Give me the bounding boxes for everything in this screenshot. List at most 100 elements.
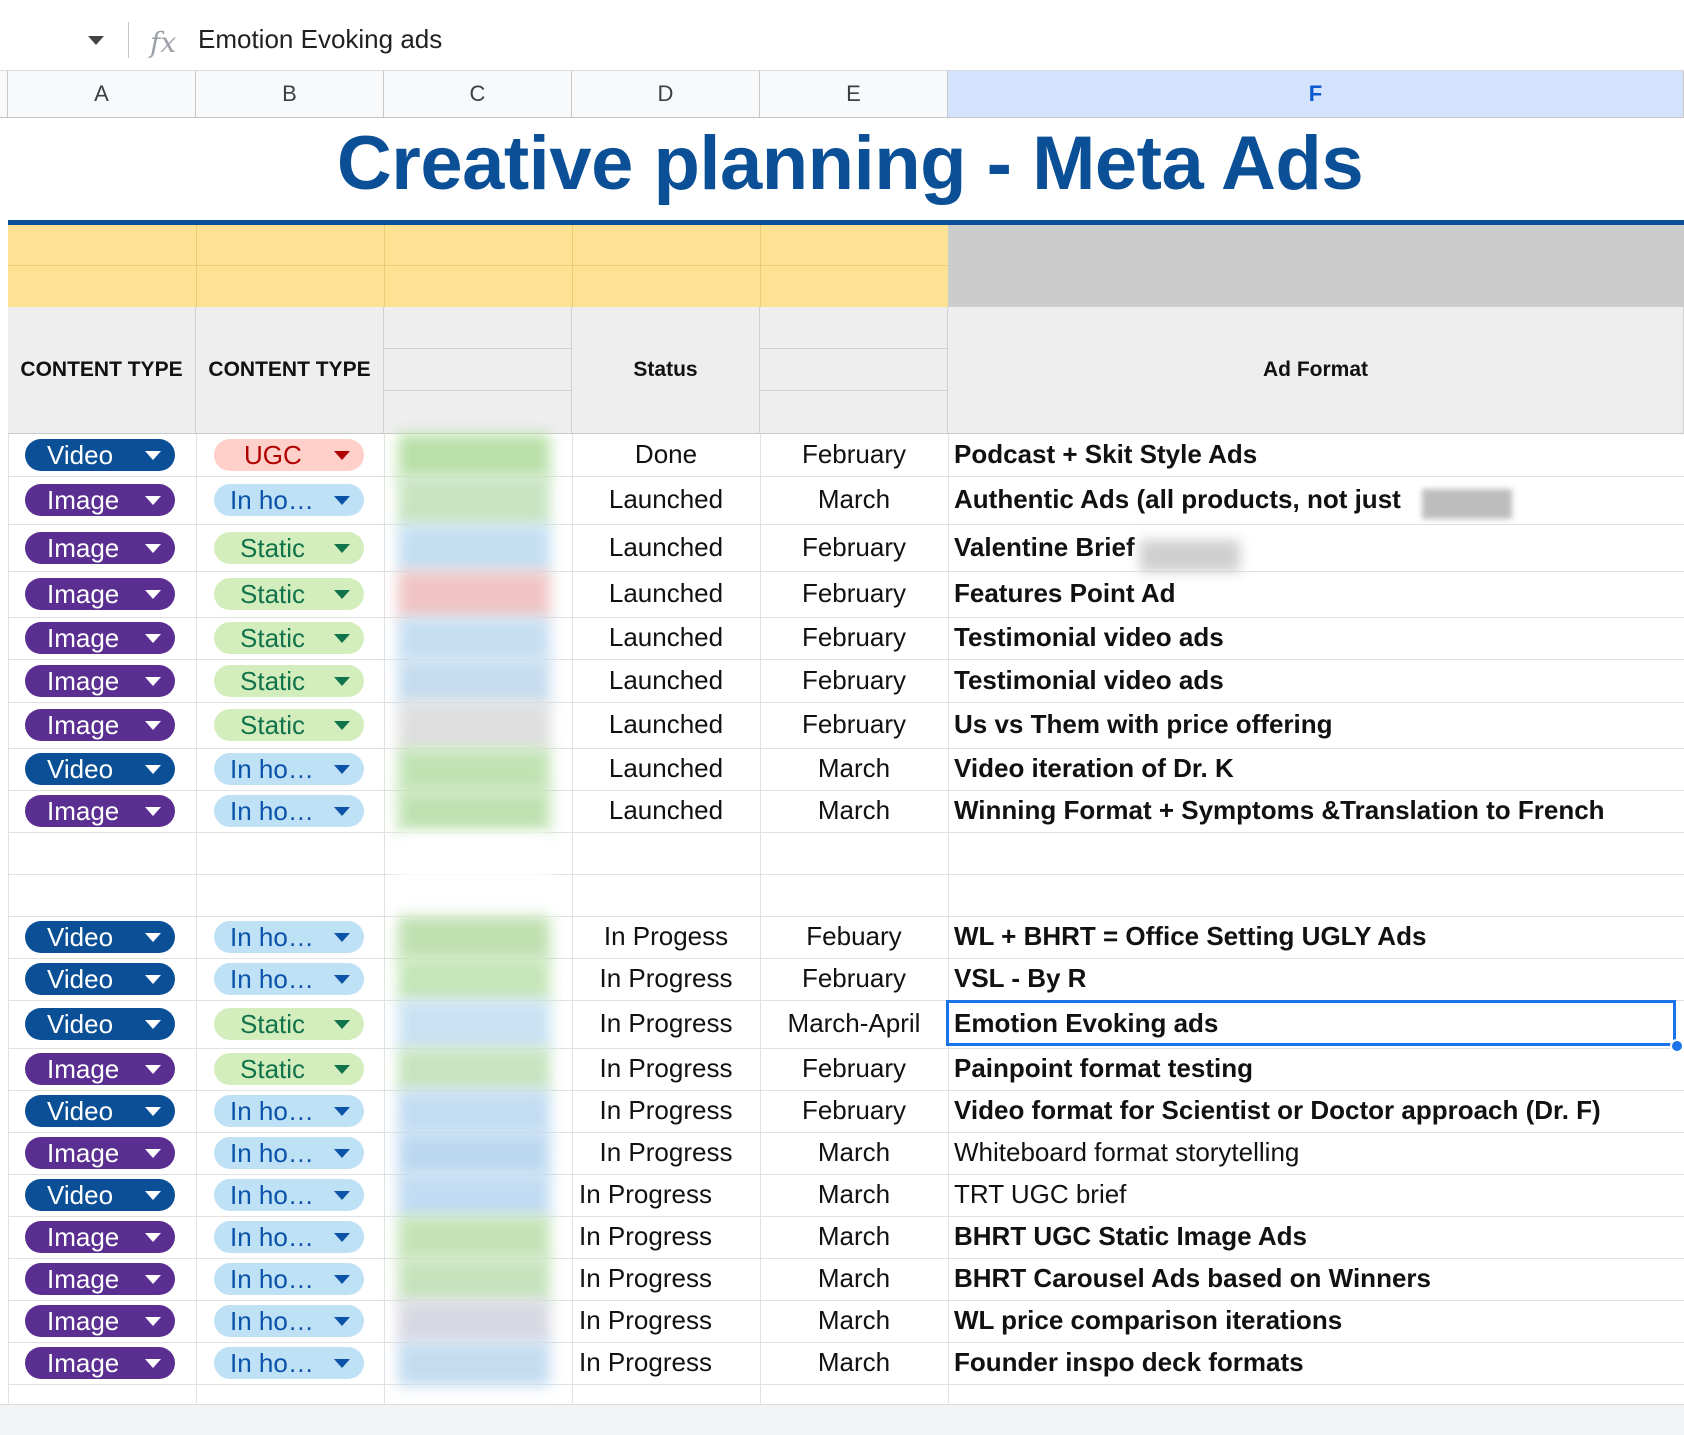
dropdown-arrow-icon[interactable] bbox=[145, 806, 161, 816]
dropdown-arrow-icon[interactable] bbox=[145, 450, 161, 460]
dropdown-arrow-icon[interactable] bbox=[334, 450, 350, 460]
ad-format-cell[interactable]: Testimonial video ads bbox=[954, 665, 1224, 696]
content-type-b-chip[interactable]: Static bbox=[214, 532, 364, 564]
status-cell[interactable]: Done bbox=[572, 439, 760, 470]
status-cell[interactable]: Launched bbox=[572, 795, 760, 826]
content-type-b-chip[interactable]: In ho… bbox=[214, 921, 364, 953]
content-type-chip[interactable]: Video bbox=[25, 439, 175, 471]
ad-format-cell[interactable]: Founder inspo deck formats bbox=[954, 1347, 1304, 1378]
content-type-chip[interactable]: Video bbox=[25, 1008, 175, 1040]
content-type-chip[interactable]: Video bbox=[25, 1179, 175, 1211]
dropdown-arrow-icon[interactable] bbox=[334, 974, 350, 984]
status-cell[interactable]: In Progress bbox=[572, 1095, 760, 1126]
dropdown-arrow-icon[interactable] bbox=[334, 1106, 350, 1116]
ad-format-cell[interactable]: Us vs Them with price offering bbox=[954, 709, 1333, 740]
column-header-a[interactable]: A bbox=[8, 71, 196, 118]
status-cell[interactable]: In Progress bbox=[579, 1221, 712, 1252]
month-cell[interactable]: March bbox=[760, 1263, 948, 1294]
ad-format-cell[interactable]: Testimonial video ads bbox=[954, 622, 1224, 653]
content-type-b-chip[interactable]: In ho… bbox=[214, 1095, 364, 1127]
dropdown-arrow-icon[interactable] bbox=[145, 720, 161, 730]
month-cell[interactable]: March bbox=[760, 1347, 948, 1378]
month-cell[interactable]: February bbox=[760, 532, 948, 563]
content-type-b-chip[interactable]: Static bbox=[214, 578, 364, 610]
ad-format-cell[interactable]: Authentic Ads (all products, not just bbox=[954, 484, 1401, 515]
dropdown-arrow-icon[interactable] bbox=[145, 495, 161, 505]
ad-format-cell[interactable]: Winning Format + Symptoms &Translation t… bbox=[954, 795, 1605, 826]
content-type-b-chip[interactable]: Static bbox=[214, 709, 364, 741]
content-type-chip[interactable]: Image bbox=[25, 532, 175, 564]
content-type-b-chip[interactable]: In ho… bbox=[214, 1305, 364, 1337]
month-cell[interactable]: February bbox=[760, 665, 948, 696]
status-cell[interactable]: Launched bbox=[572, 665, 760, 696]
month-cell[interactable]: March bbox=[760, 1221, 948, 1252]
dropdown-arrow-icon[interactable] bbox=[334, 1064, 350, 1074]
status-cell[interactable]: In Progress bbox=[572, 1137, 760, 1168]
ad-format-cell[interactable]: Video format for Scientist or Doctor app… bbox=[954, 1095, 1601, 1126]
content-type-b-chip[interactable]: Static bbox=[214, 1008, 364, 1040]
dropdown-arrow-icon[interactable] bbox=[145, 1106, 161, 1116]
status-cell[interactable]: In Progress bbox=[579, 1347, 712, 1378]
status-cell[interactable]: In Progress bbox=[579, 1305, 712, 1336]
content-type-b-chip[interactable]: Static bbox=[214, 665, 364, 697]
content-type-chip[interactable]: Image bbox=[25, 484, 175, 516]
content-type-b-chip[interactable]: UGC bbox=[214, 439, 364, 471]
fill-handle[interactable] bbox=[1670, 1039, 1684, 1053]
status-cell[interactable]: Launched bbox=[572, 622, 760, 653]
status-cell[interactable]: Launched bbox=[572, 484, 760, 515]
content-type-b-chip[interactable]: In ho… bbox=[214, 1347, 364, 1379]
content-type-b-chip[interactable]: In ho… bbox=[214, 484, 364, 516]
content-type-chip[interactable]: Image bbox=[25, 1137, 175, 1169]
header-e[interactable] bbox=[760, 307, 948, 434]
ad-format-cell[interactable]: VSL - By R bbox=[954, 963, 1086, 994]
dropdown-arrow-icon[interactable] bbox=[334, 932, 350, 942]
content-type-b-chip[interactable]: In ho… bbox=[214, 1263, 364, 1295]
status-cell[interactable]: In Progress bbox=[579, 1263, 712, 1294]
month-cell[interactable]: March bbox=[760, 1137, 948, 1168]
dropdown-arrow-icon[interactable] bbox=[334, 1316, 350, 1326]
column-header-c[interactable]: C bbox=[384, 71, 572, 118]
content-type-chip[interactable]: Image bbox=[25, 578, 175, 610]
ad-format-cell[interactable]: Features Point Ad bbox=[954, 578, 1176, 609]
dropdown-arrow-icon[interactable] bbox=[145, 1358, 161, 1368]
selected-cell[interactable] bbox=[946, 1000, 1676, 1046]
month-cell[interactable]: February bbox=[760, 709, 948, 740]
dropdown-arrow-icon[interactable] bbox=[145, 633, 161, 643]
ad-format-cell[interactable]: Valentine Brief bbox=[954, 532, 1135, 563]
month-cell[interactable]: March bbox=[760, 484, 948, 515]
month-cell[interactable]: February bbox=[760, 622, 948, 653]
content-type-b-chip[interactable]: In ho… bbox=[214, 1179, 364, 1211]
ad-format-cell[interactable]: Podcast + Skit Style Ads bbox=[954, 439, 1257, 470]
select-all-corner[interactable] bbox=[0, 71, 8, 118]
status-cell[interactable]: Launched bbox=[572, 578, 760, 609]
content-type-chip[interactable]: Video bbox=[25, 963, 175, 995]
header-ad-format[interactable]: Ad Format bbox=[948, 307, 1684, 434]
ad-format-cell[interactable]: Whiteboard format storytelling bbox=[954, 1137, 1299, 1168]
header-content-type-b[interactable]: CONTENT TYPE bbox=[196, 307, 384, 434]
dropdown-arrow-icon[interactable] bbox=[334, 720, 350, 730]
dropdown-arrow-icon[interactable] bbox=[334, 1358, 350, 1368]
status-cell[interactable]: In Progess bbox=[572, 921, 760, 952]
dropdown-arrow-icon[interactable] bbox=[145, 543, 161, 553]
dropdown-arrow-icon[interactable] bbox=[334, 1190, 350, 1200]
month-cell[interactable]: February bbox=[760, 578, 948, 609]
month-cell[interactable]: February bbox=[760, 1053, 948, 1084]
dropdown-arrow-icon[interactable] bbox=[334, 633, 350, 643]
content-type-chip[interactable]: Image bbox=[25, 795, 175, 827]
dropdown-arrow-icon[interactable] bbox=[145, 1064, 161, 1074]
month-cell[interactable]: February bbox=[760, 439, 948, 470]
month-cell[interactable]: February bbox=[760, 963, 948, 994]
column-header-d[interactable]: D bbox=[572, 71, 760, 118]
dropdown-arrow-icon[interactable] bbox=[334, 676, 350, 686]
status-cell[interactable]: Launched bbox=[572, 753, 760, 784]
status-cell[interactable]: Launched bbox=[572, 532, 760, 563]
dropdown-arrow-icon[interactable] bbox=[334, 495, 350, 505]
content-type-chip[interactable]: Image bbox=[25, 622, 175, 654]
content-type-b-chip[interactable]: In ho… bbox=[214, 1137, 364, 1169]
dropdown-arrow-icon[interactable] bbox=[334, 1274, 350, 1284]
name-box-dropdown-icon[interactable] bbox=[88, 36, 104, 45]
dropdown-arrow-icon[interactable] bbox=[334, 1019, 350, 1029]
month-cell[interactable]: February bbox=[760, 1095, 948, 1126]
ad-format-cell[interactable]: BHRT Carousel Ads based on Winners bbox=[954, 1263, 1431, 1294]
dropdown-arrow-icon[interactable] bbox=[145, 974, 161, 984]
